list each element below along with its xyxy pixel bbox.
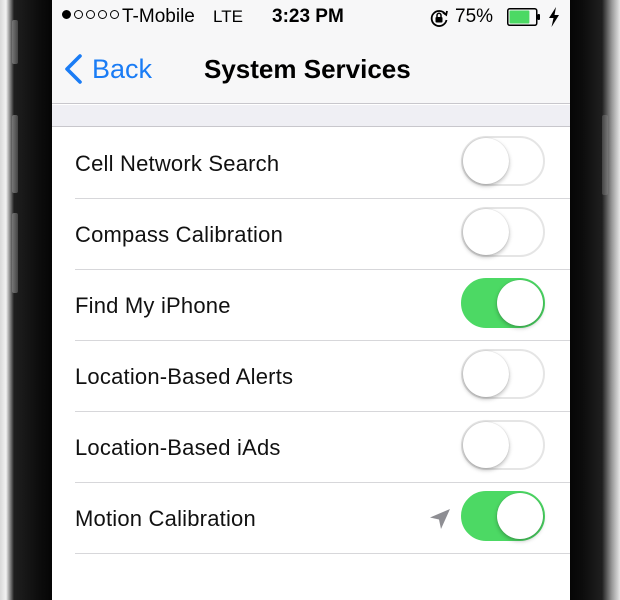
toggle-knob [463,351,509,397]
volume-up-button [12,115,18,193]
back-button-label: Back [92,53,153,84]
service-row-location-based-alerts: Location-Based Alerts [52,341,570,412]
status-time: 3:23 PM [272,6,344,27]
location-based-alerts-toggle[interactable] [461,349,545,399]
mute-switch [12,20,18,64]
signal-dot [74,10,83,19]
service-label: Compass Calibration [75,222,283,247]
service-label: Location-Based iAds [75,435,281,460]
back-button[interactable]: Back [62,52,152,86]
service-label: Find My iPhone [75,293,231,318]
navigation-bar: Back System Services [52,34,570,104]
battery-icon [507,8,540,26]
cell-network-search-toggle[interactable] [461,136,545,186]
battery-percentage: 75% [455,6,494,27]
service-row-compass-calibration: Compass Calibration [52,199,570,270]
service-row-cell-network-search: Cell Network Search [52,128,570,199]
toggle-knob [463,422,509,468]
carrier-name: T-Mobile [122,6,195,27]
volume-down-button [12,213,18,293]
charging-bolt-icon [549,7,559,27]
toggle-knob [497,280,543,326]
rotation-lock-icon [430,10,448,27]
page-title: System Services [204,54,411,84]
signal-dot [98,10,107,19]
power-button [602,115,608,195]
toggle-knob [497,493,543,539]
phone-frame-left [0,0,52,600]
toggle-knob [463,209,509,255]
service-row-find-my-iphone: Find My iPhone [52,270,570,341]
signal-dot [110,10,119,19]
location-arrow-icon [430,509,450,529]
motion-calibration-toggle[interactable] [461,491,545,541]
system-services-list: Cell Network Search Compass Calibration … [52,128,570,554]
phone-screen: T-Mobile LTE 3:23 PM 75% Back System Ser… [52,0,570,600]
signal-dot [86,10,95,19]
service-label: Motion Calibration [75,506,256,531]
status-bar: T-Mobile LTE 3:23 PM 75% [52,0,570,34]
service-label: Cell Network Search [75,151,280,176]
service-row-location-based-iads: Location-Based iAds [52,412,570,483]
section-spacer [52,105,570,127]
signal-strength [62,10,119,19]
find-my-iphone-toggle[interactable] [461,278,545,328]
phone-frame-right [568,0,620,600]
signal-dot [62,10,71,19]
service-label: Location-Based Alerts [75,364,294,389]
compass-calibration-toggle[interactable] [461,207,545,257]
network-type: LTE [213,7,243,26]
chevron-left-icon [65,54,82,84]
location-based-iads-toggle[interactable] [461,420,545,470]
service-row-motion-calibration: Motion Calibration [52,483,570,554]
toggle-knob [463,138,509,184]
